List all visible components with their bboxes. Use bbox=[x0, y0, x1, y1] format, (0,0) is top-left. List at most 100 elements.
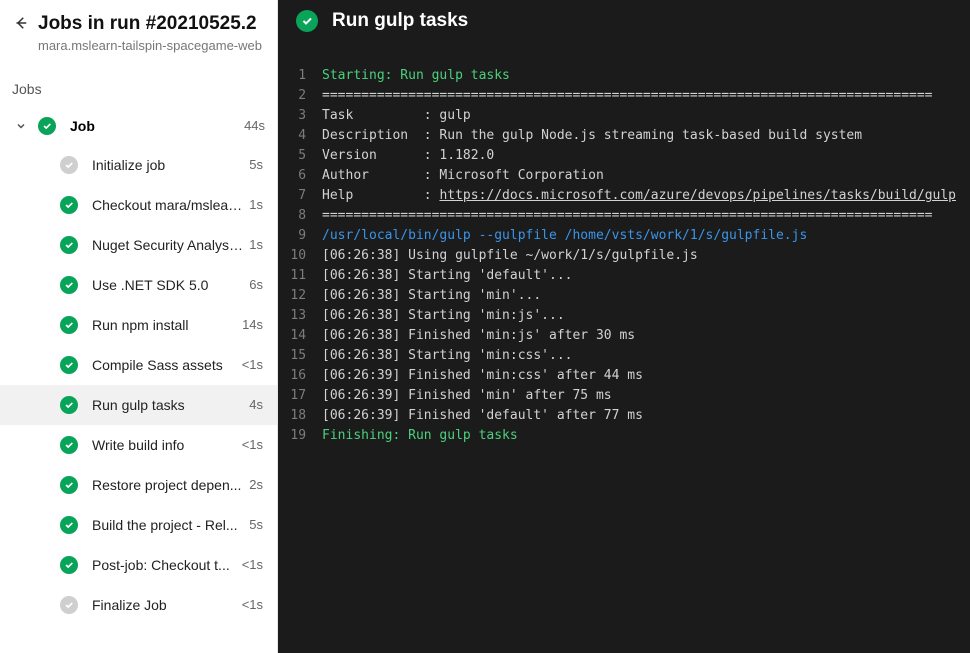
check-icon bbox=[296, 10, 318, 32]
step-name: Post-job: Checkout t... bbox=[92, 557, 236, 573]
step-name: Run npm install bbox=[92, 317, 236, 333]
log-line-text: [06:26:39] Finished 'default' after 77 m… bbox=[322, 406, 643, 426]
log-body[interactable]: 1Starting: Run gulp tasks2==============… bbox=[278, 40, 970, 446]
step-name: Compile Sass assets bbox=[92, 357, 236, 373]
step-duration: 5s bbox=[249, 157, 263, 172]
log-line: 8=======================================… bbox=[278, 206, 956, 226]
step-row[interactable]: Post-job: Checkout t...<1s bbox=[0, 545, 277, 585]
skipped-icon bbox=[60, 596, 78, 614]
log-line-text: ========================================… bbox=[322, 86, 932, 106]
step-duration: 6s bbox=[249, 277, 263, 292]
step-duration: 5s bbox=[249, 517, 263, 532]
step-duration: 1s bbox=[249, 197, 263, 212]
log-line-text: [06:26:39] Finished 'min:css' after 44 m… bbox=[322, 366, 643, 386]
back-arrow-icon[interactable] bbox=[12, 14, 30, 37]
log-line: 17[06:26:39] Finished 'min' after 75 ms bbox=[278, 386, 956, 406]
log-line-number: 18 bbox=[278, 406, 322, 426]
log-line-number: 8 bbox=[278, 206, 322, 226]
job-row[interactable]: Job 44s bbox=[0, 107, 277, 145]
step-row[interactable]: Checkout mara/mslear...1s bbox=[0, 185, 277, 225]
step-name: Restore project depen... bbox=[92, 477, 243, 493]
section-label: Jobs bbox=[0, 55, 277, 107]
check-icon bbox=[60, 396, 78, 414]
log-line: 12[06:26:38] Starting 'min'... bbox=[278, 286, 956, 306]
log-line-number: 7 bbox=[278, 186, 322, 206]
log-line: 1Starting: Run gulp tasks bbox=[278, 66, 956, 86]
log-line: 6Author : Microsoft Corporation bbox=[278, 166, 956, 186]
log-line: 16[06:26:39] Finished 'min:css' after 44… bbox=[278, 366, 956, 386]
step-row[interactable]: Compile Sass assets <1s bbox=[0, 345, 277, 385]
job-duration: 44s bbox=[244, 118, 265, 133]
log-title: Run gulp tasks bbox=[332, 10, 468, 32]
log-line: 19Finishing: Run gulp tasks bbox=[278, 426, 956, 446]
step-duration: <1s bbox=[242, 357, 263, 372]
log-line-number: 5 bbox=[278, 146, 322, 166]
log-line: 9/usr/local/bin/gulp --gulpfile /home/vs… bbox=[278, 226, 956, 246]
step-name: Write build info bbox=[92, 437, 236, 453]
check-icon bbox=[60, 196, 78, 214]
step-row[interactable]: Nuget Security Analysi...1s bbox=[0, 225, 277, 265]
step-row[interactable]: Restore project depen...2s bbox=[0, 465, 277, 505]
log-line-text: Help : https://docs.microsoft.com/azure/… bbox=[322, 186, 956, 206]
log-line-text: [06:26:38] Starting 'default'... bbox=[322, 266, 572, 286]
check-icon bbox=[60, 236, 78, 254]
step-name: Build the project - Rel... bbox=[92, 517, 243, 533]
log-line: 15[06:26:38] Starting 'min:css'... bbox=[278, 346, 956, 366]
page-title: Jobs in run #20210525.2 bbox=[38, 12, 262, 36]
steps-list: Initialize job 5s Checkout mara/mslear...1… bbox=[0, 145, 277, 625]
step-name: Run gulp tasks bbox=[92, 397, 243, 413]
check-icon bbox=[60, 556, 78, 574]
log-line-text: Author : Microsoft Corporation bbox=[322, 166, 604, 186]
log-header: Run gulp tasks bbox=[278, 0, 970, 40]
log-panel: Run gulp tasks 1Starting: Run gulp tasks… bbox=[278, 0, 970, 653]
log-line-text: [06:26:38] Starting 'min:css'... bbox=[322, 346, 572, 366]
log-line-text: Finishing: Run gulp tasks bbox=[322, 426, 518, 446]
log-line-number: 17 bbox=[278, 386, 322, 406]
skipped-icon bbox=[60, 156, 78, 174]
log-line-number: 15 bbox=[278, 346, 322, 366]
job-name: Job bbox=[70, 118, 238, 134]
step-row[interactable]: Build the project - Rel... 5s bbox=[0, 505, 277, 545]
chevron-down-icon[interactable] bbox=[12, 120, 30, 132]
log-line-number: 13 bbox=[278, 306, 322, 326]
log-line-number: 11 bbox=[278, 266, 322, 286]
log-line: 5Version : 1.182.0 bbox=[278, 146, 956, 166]
log-line-number: 16 bbox=[278, 366, 322, 386]
log-line-text: [06:26:38] Using gulpfile ~/work/1/s/gul… bbox=[322, 246, 698, 266]
log-line-text: Version : 1.182.0 bbox=[322, 146, 494, 166]
check-icon bbox=[38, 117, 56, 135]
step-row[interactable]: Run gulp tasks 4s bbox=[0, 385, 277, 425]
step-duration: 14s bbox=[242, 317, 263, 332]
step-row[interactable]: Finalize Job<1s bbox=[0, 585, 277, 625]
step-row[interactable]: Use .NET SDK 5.0 6s bbox=[0, 265, 277, 305]
step-duration: 4s bbox=[249, 397, 263, 412]
log-line-text: [06:26:38] Starting 'min'... bbox=[322, 286, 541, 306]
check-icon bbox=[60, 276, 78, 294]
log-line: 11[06:26:38] Starting 'default'... bbox=[278, 266, 956, 286]
log-line-text: [06:26:38] Starting 'min:js'... bbox=[322, 306, 565, 326]
step-row[interactable]: Run npm install 14s bbox=[0, 305, 277, 345]
step-name: Use .NET SDK 5.0 bbox=[92, 277, 243, 293]
check-icon bbox=[60, 356, 78, 374]
log-line: 10[06:26:38] Using gulpfile ~/work/1/s/g… bbox=[278, 246, 956, 266]
log-line: 4Description : Run the gulp Node.js stre… bbox=[278, 126, 956, 146]
page-subtitle: mara.mslearn-tailspin-spacegame-web bbox=[38, 38, 262, 55]
sidebar-header: Jobs in run #20210525.2 mara.mslearn-tai… bbox=[0, 0, 277, 55]
log-line-text: ========================================… bbox=[322, 206, 932, 226]
step-name: Finalize Job bbox=[92, 597, 236, 613]
log-line-text: Description : Run the gulp Node.js strea… bbox=[322, 126, 862, 146]
log-line-number: 12 bbox=[278, 286, 322, 306]
log-line-number: 2 bbox=[278, 86, 322, 106]
step-row[interactable]: Write build info <1s bbox=[0, 425, 277, 465]
step-duration: <1s bbox=[242, 437, 263, 452]
log-line-number: 19 bbox=[278, 426, 322, 446]
step-row[interactable]: Initialize job 5s bbox=[0, 145, 277, 185]
check-icon bbox=[60, 476, 78, 494]
log-line-number: 10 bbox=[278, 246, 322, 266]
log-line-text: [06:26:38] Finished 'min:js' after 30 ms bbox=[322, 326, 635, 346]
step-name: Initialize job bbox=[92, 157, 243, 173]
log-line-text: Task : gulp bbox=[322, 106, 471, 126]
step-name: Nuget Security Analysi... bbox=[92, 237, 243, 253]
log-line-number: 14 bbox=[278, 326, 322, 346]
log-line-text: Starting: Run gulp tasks bbox=[322, 66, 510, 86]
